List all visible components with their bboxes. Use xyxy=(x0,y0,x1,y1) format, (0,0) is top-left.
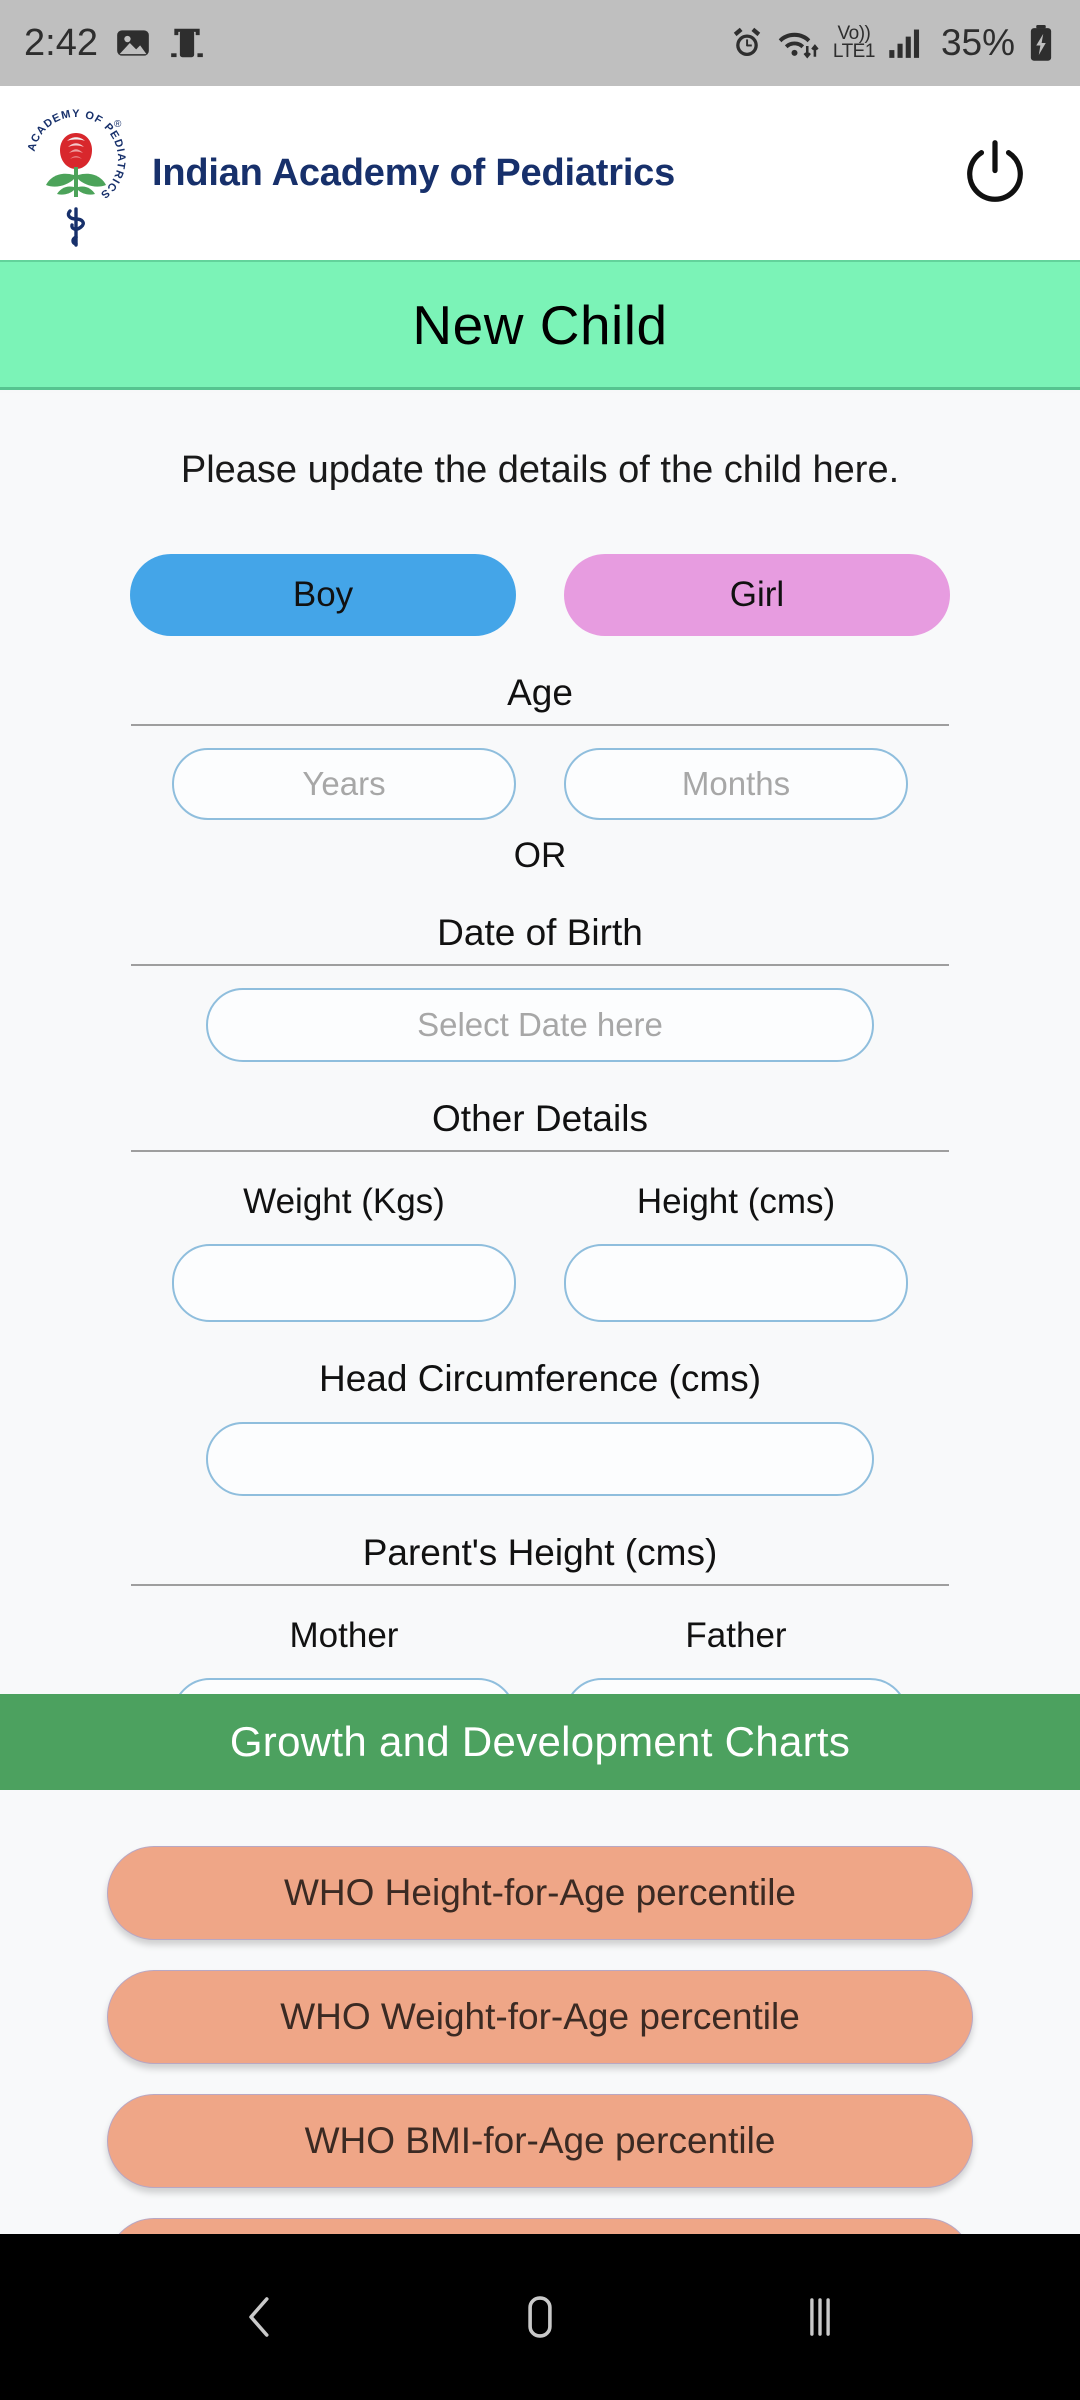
or-separator-text: OR xyxy=(513,836,567,875)
nav-back-button[interactable] xyxy=(200,2257,320,2377)
status-bar: 2:42 Vo)) LTE1 35% xyxy=(0,0,1080,86)
brand-block: INDIAN ACADEMY OF PEDIATRICS ® xyxy=(9,88,676,249)
android-nav-bar xyxy=(0,2234,1080,2400)
signal-bars-icon xyxy=(888,26,926,60)
charts-section-header: Growth and Development Charts xyxy=(0,1694,1080,1790)
iap-logo-icon: INDIAN ACADEMY OF PEDIATRICS ® xyxy=(9,88,138,249)
height-input[interactable] xyxy=(564,1244,908,1322)
home-icon xyxy=(513,2290,567,2344)
gender-girl-button[interactable]: Girl xyxy=(564,554,950,636)
weight-label: Weight (Kgs) xyxy=(243,1182,445,1221)
status-bar-clock: 2:42 xyxy=(24,21,98,64)
father-label: Father xyxy=(685,1616,787,1655)
svg-text:®: ® xyxy=(114,119,122,130)
charts-section-title: Growth and Development Charts xyxy=(229,1718,851,1765)
nav-home-button[interactable] xyxy=(480,2257,600,2377)
battery-percent-label: 35% xyxy=(940,22,1015,63)
photo-icon xyxy=(114,24,152,62)
other-details-divider xyxy=(131,1150,949,1152)
alarm-icon xyxy=(729,25,765,61)
new-child-form: Please update the details of the child h… xyxy=(0,393,1080,1756)
dob-divider xyxy=(131,964,949,966)
status-bar-right: Vo)) LTE1 35% xyxy=(729,22,1054,64)
charts-button-list: WHO Height-for-Age percentile WHO Weight… xyxy=(0,1790,1080,2312)
head-circumference-input-row xyxy=(0,1422,1080,1496)
status-bar-left: 2:42 xyxy=(24,22,206,65)
power-logout-button[interactable] xyxy=(952,130,1038,216)
page-title-banner: New Child xyxy=(0,260,1080,390)
gender-selector: Boy Girl xyxy=(0,554,1080,636)
chart-button-weight-for-age[interactable]: WHO Weight-for-Age percentile xyxy=(107,1970,973,2064)
parents-height-divider xyxy=(131,1584,949,1586)
age-years-input[interactable] xyxy=(172,748,516,820)
head-circumference-input[interactable] xyxy=(206,1422,874,1496)
battery-charging-icon xyxy=(1028,24,1054,62)
weight-height-labels-row: Weight (Kgs) Height (cms) xyxy=(0,1182,1080,1222)
chart-button-bmi-for-age[interactable]: WHO BMI-for-Age percentile xyxy=(107,2094,973,2188)
nav-recents-button[interactable] xyxy=(760,2257,880,2377)
dob-input-row xyxy=(0,988,1080,1062)
back-chevron-icon xyxy=(233,2290,287,2344)
form-intro-text: Please update the details of the child h… xyxy=(180,449,900,491)
brand-title: Indian Academy of Pediatrics xyxy=(152,151,676,194)
other-details-section-label: Other Details xyxy=(432,1098,648,1139)
screen-record-icon xyxy=(168,24,206,62)
chart-button-height-for-age[interactable]: WHO Height-for-Age percentile xyxy=(107,1846,973,1940)
power-icon xyxy=(958,136,1032,210)
wifi-icon xyxy=(778,25,820,61)
page-title: New Child xyxy=(412,293,668,356)
weight-height-inputs-row xyxy=(0,1244,1080,1322)
gender-boy-button[interactable]: Boy xyxy=(130,554,516,636)
weight-input[interactable] xyxy=(172,1244,516,1322)
age-divider xyxy=(131,724,949,726)
age-months-input[interactable] xyxy=(564,748,908,820)
recents-icon xyxy=(793,2290,847,2344)
height-label: Height (cms) xyxy=(636,1182,836,1221)
age-inputs-row xyxy=(0,748,1080,820)
parents-labels-row: Mother Father xyxy=(0,1616,1080,1656)
volte-icon: Vo)) LTE1 xyxy=(832,24,876,62)
dob-section-label: Date of Birth xyxy=(437,912,643,953)
volte-label-bottom: LTE1 xyxy=(832,41,876,62)
parents-height-section-label: Parent's Height (cms) xyxy=(362,1532,718,1573)
app-header: INDIAN ACADEMY OF PEDIATRICS ® xyxy=(0,86,1080,260)
head-circumference-label: Head Circumference (cms) xyxy=(318,1358,762,1399)
app-screen: 2:42 Vo)) LTE1 35% ACADEMY OF PEDIATRICS… xyxy=(0,0,1080,2400)
age-section-label: Age xyxy=(507,672,573,713)
dob-date-input[interactable] xyxy=(206,988,874,1062)
mother-label: Mother xyxy=(289,1616,399,1655)
